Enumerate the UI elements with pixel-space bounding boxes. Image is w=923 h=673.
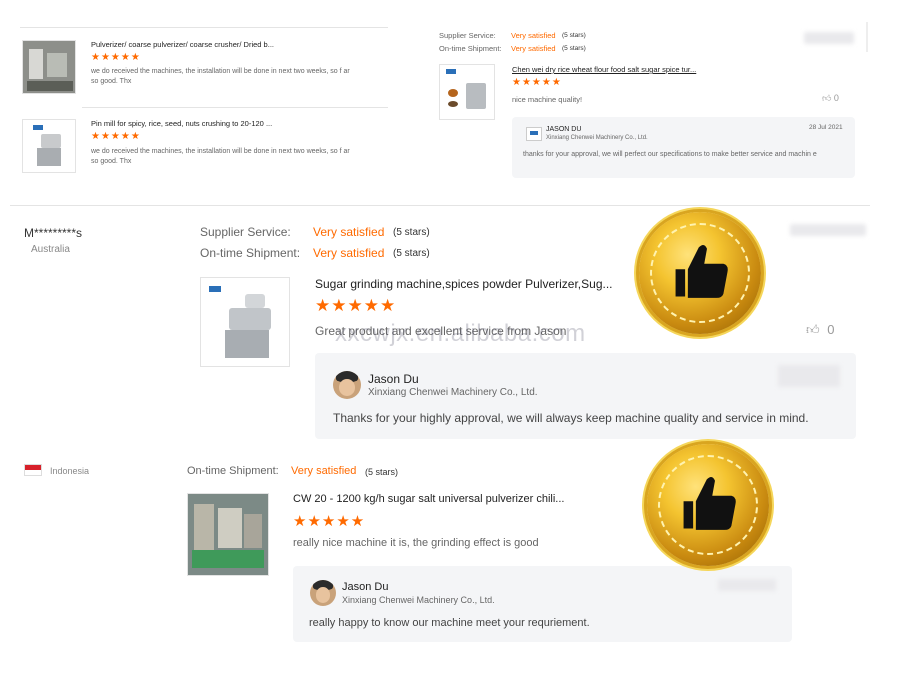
reply-company: Xinxiang Chenwei Machinery Co., Ltd. <box>546 135 648 141</box>
like-count: 0 <box>827 322 835 337</box>
product-title[interactable]: Pulverizer/ coarse pulverizer/ coarse cr… <box>91 40 281 49</box>
shipment-stars: (5 stars) <box>365 467 399 477</box>
supplier-service-value: Very satisfied <box>511 31 556 40</box>
product-thumbnail[interactable] <box>22 119 76 173</box>
shipment-stars: (5 stars) <box>562 45 586 52</box>
shipment-label: On-time Shipment: <box>200 246 301 260</box>
reply-text: thanks for your approval, we will perfec… <box>523 151 817 158</box>
product-title[interactable]: Pin mill for spicy, rice, seed, nuts cru… <box>91 119 281 128</box>
supplier-reply: JASON DU Xinxiang Chenwei Machinery Co.,… <box>512 117 855 178</box>
shipment-label: On-time Shipment: <box>187 465 279 477</box>
rating-stars: ★★★★★ <box>512 77 562 88</box>
rating-stars: ★★★★★ <box>293 513 366 530</box>
avatar <box>310 580 336 606</box>
product-thumbnail[interactable] <box>439 64 495 120</box>
reply-company: Xinxiang Chenwei Machinery Co., Ltd. <box>342 595 495 605</box>
supplier-reply: Jason Du Xinxiang Chenwei Machinery Co.,… <box>293 566 792 642</box>
reply-company: Xinxiang Chenwei Machinery Co., Ltd. <box>368 387 538 398</box>
date-placeholder <box>804 32 854 44</box>
watermark: xxcwjx.en.alibaba.com <box>335 320 586 347</box>
avatar <box>333 371 361 399</box>
product-thumbnail[interactable] <box>22 40 76 94</box>
shipment-value: Very satisfied <box>291 465 357 477</box>
thumbs-up-icon: 👍︎ <box>822 93 832 103</box>
product-thumbnail[interactable] <box>187 493 269 576</box>
buyer-country: Indonesia <box>50 466 90 476</box>
reply-date: 28 Jul 2021 <box>809 124 843 131</box>
date-placeholder <box>778 365 840 387</box>
date-placeholder <box>790 224 866 236</box>
reply-author: JASON DU <box>546 126 582 133</box>
date-placeholder <box>718 579 776 591</box>
company-logo-icon <box>526 127 542 141</box>
review-comment: we do received the machines, the install… <box>91 148 350 165</box>
supplier-service-value: Very satisfied <box>313 225 385 239</box>
flag-indonesia-icon <box>24 464 42 476</box>
product-thumbnail[interactable] <box>200 277 290 367</box>
review-comment: we do received the machines, the install… <box>91 68 350 85</box>
shipment-stars: (5 stars) <box>393 248 430 259</box>
thumbs-up-icon: 👍︎ <box>806 322 820 337</box>
like-button[interactable]: 👍︎ 0 <box>806 322 834 338</box>
product-title[interactable]: CW 20 - 1200 kg/h sugar salt universal p… <box>293 493 583 505</box>
product-title[interactable]: Sugar grinding machine,spices powder Pul… <box>315 277 620 291</box>
rating-stars: ★★★★★ <box>91 131 141 142</box>
reply-author: Jason Du <box>342 581 389 593</box>
reply-text: Thanks for your highly approval, we will… <box>333 411 809 425</box>
thumbs-up-seal-icon <box>639 212 761 334</box>
like-count: 0 <box>833 93 839 103</box>
review-comment: really nice machine it is, the grinding … <box>293 537 539 549</box>
shipment-value: Very satisfied <box>313 246 385 260</box>
supplier-service-label: Supplier Service: <box>439 31 496 40</box>
rating-stars: ★★★★★ <box>91 52 141 63</box>
divider <box>866 22 868 52</box>
reply-author: Jason Du <box>368 372 419 386</box>
supplier-service-stars: (5 stars) <box>393 227 430 238</box>
thumbs-up-seal-icon <box>647 444 769 566</box>
reply-text: really happy to know our machine meet yo… <box>309 617 590 629</box>
shipment-label: On-time Shipment: <box>439 44 502 53</box>
supplier-reply: Jason Du Xinxiang Chenwei Machinery Co.,… <box>315 353 856 439</box>
rating-stars: ★★★★★ <box>315 296 397 315</box>
product-title[interactable]: Chen wei dry rice wheat flour food salt … <box>512 65 712 74</box>
review-comment: nice machine quality! <box>512 95 583 104</box>
shipment-value: Very satisfied <box>511 44 556 53</box>
buyer-country: Australia <box>31 244 70 255</box>
like-button[interactable]: 👍︎ 0 <box>822 93 839 104</box>
supplier-service-stars: (5 stars) <box>562 32 586 39</box>
buyer-name: M*********s <box>24 226 83 240</box>
supplier-service-label: Supplier Service: <box>200 225 291 239</box>
